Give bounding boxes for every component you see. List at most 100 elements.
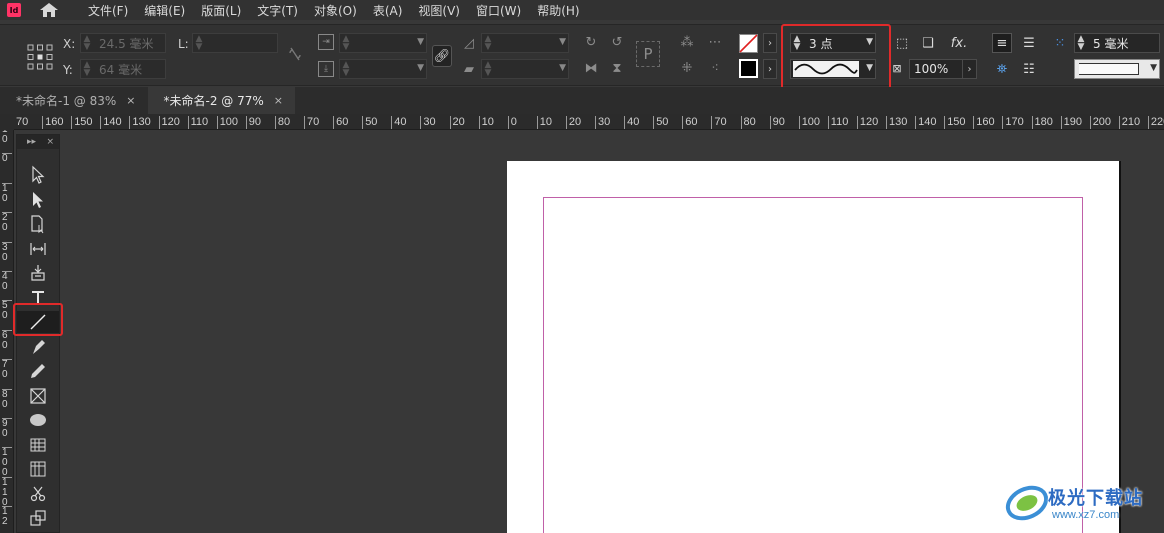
ruler-tick-label: 110: [187, 116, 208, 129]
y-field[interactable]: ▲ ▼ 64 毫米: [80, 59, 166, 79]
ruler-tick-label: 50: [362, 116, 377, 129]
watermark-logo-icon: [1005, 485, 1049, 521]
scissors-tool-button[interactable]: [17, 483, 59, 505]
collapse-icon[interactable]: ▸▸: [27, 137, 36, 147]
scissors-tool-icon: [30, 486, 46, 501]
pen-tool-icon: [33, 339, 45, 354]
align-center-icon[interactable]: ☰: [1019, 33, 1039, 53]
pen-tool-button[interactable]: [17, 336, 59, 358]
document-tabs: *未命名-1 @ 83% × *未命名-2 @ 77% ×: [0, 87, 1164, 114]
rotate-ccw-icon[interactable]: ↺: [608, 33, 626, 51]
app-logo: Id: [7, 3, 21, 17]
menu-item[interactable]: 文字(T): [249, 2, 306, 19]
line-tool-highlight-box: [13, 303, 63, 336]
page-tool-button[interactable]: [17, 213, 59, 235]
free-transform-tool-button[interactable]: [17, 507, 59, 529]
ellipse-tool-button[interactable]: [17, 409, 59, 431]
stroke-menu-button[interactable]: ›: [763, 59, 777, 79]
l-field[interactable]: ▲ ▼: [192, 33, 278, 53]
menu-item[interactable]: 表(A): [365, 2, 411, 19]
ruler-tick-label: 1 2: [2, 506, 12, 527]
menu-item[interactable]: 窗口(W): [468, 2, 529, 19]
vertical-ruler[interactable]: 1 0 0 1 0 2 0 3 0 4 0 5 0 6 0 7 0 8 0 9 0 1 0 01 1 …: [0, 130, 14, 533]
rectangle-frame-tool-button[interactable]: [17, 385, 59, 407]
close-icon[interactable]: ×: [46, 137, 54, 147]
tab-close-icon[interactable]: ×: [274, 94, 283, 107]
tab-label: *未命名-2 @ 77%: [163, 94, 264, 108]
rotate-field[interactable]: ▲ ▼ ▼: [481, 33, 569, 53]
watermark-title: 极光下载站: [1048, 488, 1143, 509]
menu-item[interactable]: 帮助(H): [529, 2, 587, 19]
select-previous-icon[interactable]: ⋯: [704, 33, 726, 51]
table-tool-button[interactable]: [17, 434, 59, 456]
align-bottom-icon[interactable]: ☷: [1019, 59, 1039, 79]
auto-fit-icon[interactable]: ⛯: [992, 59, 1012, 79]
ruler-tick-label: 1 0: [2, 130, 12, 145]
selection-tool-button[interactable]: [17, 164, 59, 186]
gap-tool-button[interactable]: [17, 238, 59, 260]
menu-item[interactable]: 对象(O): [306, 2, 365, 19]
ruler-tick-label: 100: [216, 116, 238, 129]
rotate-cw-icon[interactable]: ↻: [582, 33, 600, 51]
pencil-tool-icon: [31, 364, 45, 378]
ruler-tick-label: 200: [1089, 116, 1111, 129]
select-container-icon[interactable]: ⁂: [678, 33, 696, 51]
pencil-tool-button[interactable]: [17, 360, 59, 382]
ruler-tick-label: 4 0: [2, 271, 12, 292]
content-collector-tool-button[interactable]: [17, 262, 59, 284]
select-next-icon[interactable]: ⁖: [704, 59, 726, 77]
ruler-tick-label: 80: [274, 116, 290, 129]
free-transform-tool-icon: [30, 510, 46, 526]
ruler-tick-label: 2 0: [2, 212, 12, 233]
home-icon[interactable]: [38, 2, 60, 18]
rotate-angle-icon: ◿: [464, 35, 474, 51]
ruler-tick-label: 130: [886, 116, 907, 129]
frame-offset-icon: ⁙: [1054, 35, 1066, 51]
document-tab[interactable]: *未命名-1 @ 83% ×: [0, 87, 148, 114]
flip-vertical-icon[interactable]: ⧗: [608, 59, 626, 77]
menu-bar: Id 文件(F) 编辑(E) 版面(L) 文字(T) 对象(O) 表(A) 视图(V) 窗口(…: [0, 0, 1164, 20]
reference-point-icon[interactable]: [27, 44, 53, 70]
text-wrap-icon[interactable]: ⬚: [893, 34, 911, 52]
ruler-tick-label: 130: [129, 116, 151, 129]
ruler-tick-label: 3 0: [2, 241, 12, 263]
page-tool-icon: [31, 215, 44, 234]
fill-none-swatch[interactable]: [739, 34, 758, 53]
gap-tool-icon: [30, 242, 46, 255]
ruler-tick-label: 120: [158, 116, 180, 129]
flip-indicator-icon: P: [636, 41, 660, 67]
menu-item[interactable]: 文件(F): [80, 2, 136, 19]
control-panel: X: ▲ ▼ 24.5 毫米 Y: ▲ ▼ 64 毫米 L: ▲ ▼ ⇥ ▲ ▼ ▼ ⤓ ▲ ▼…: [0, 24, 1164, 91]
menu-item[interactable]: 版面(L): [193, 2, 249, 19]
horizontal-ruler[interactable]: 70 160 150 140 130 120 110 100 90 80 70 60 50 40 30 20 1…: [14, 114, 1164, 130]
ruler-tick-label: 140: [100, 116, 122, 129]
ruler-tick-label: 100: [798, 116, 820, 129]
select-content-icon[interactable]: ⁜: [678, 59, 696, 77]
object-style-select[interactable]: ▼: [1074, 59, 1160, 79]
offset-field[interactable]: ▲ ▼ 5 毫米: [1074, 33, 1160, 53]
x-field[interactable]: ▲ ▼ 24.5 毫米: [80, 33, 166, 53]
flip-horizontal-icon[interactable]: ⧓: [582, 59, 600, 77]
constrain-proportions-icon[interactable]: 🔗︎: [432, 45, 452, 67]
opacity-field[interactable]: 100% ›: [909, 59, 977, 79]
ruler-tick-label: 170: [1002, 116, 1024, 129]
ruler-tick-label: 6 0: [2, 329, 12, 351]
menu-item[interactable]: 视图(V): [410, 2, 468, 19]
tab-close-icon[interactable]: ×: [126, 94, 135, 107]
align-top-icon[interactable]: ≡: [992, 33, 1012, 53]
drop-shadow-icon[interactable]: ❑: [919, 34, 937, 52]
shear-field[interactable]: ▲ ▼ ▼: [481, 59, 569, 79]
fx-icon[interactable]: fx.: [948, 34, 970, 52]
ruler-tick-label: 150: [944, 116, 966, 129]
constrain-link-icon[interactable]: [285, 43, 305, 65]
scale-y-field[interactable]: ▲ ▼ ▼: [339, 59, 427, 79]
stroke-black-swatch[interactable]: [739, 59, 758, 78]
fill-menu-button[interactable]: ›: [763, 33, 777, 53]
scale-x-field[interactable]: ▲ ▼ ▼: [339, 33, 427, 53]
menu-item[interactable]: 编辑(E): [136, 2, 193, 19]
document-tab[interactable]: *未命名-2 @ 77% ×: [147, 87, 295, 114]
grid-tool-button[interactable]: [17, 458, 59, 480]
ruler-tick-label: 70: [14, 116, 28, 129]
direct-selection-tool-button[interactable]: [17, 189, 59, 211]
tools-panel-header[interactable]: ▸▸ ×: [17, 135, 59, 149]
